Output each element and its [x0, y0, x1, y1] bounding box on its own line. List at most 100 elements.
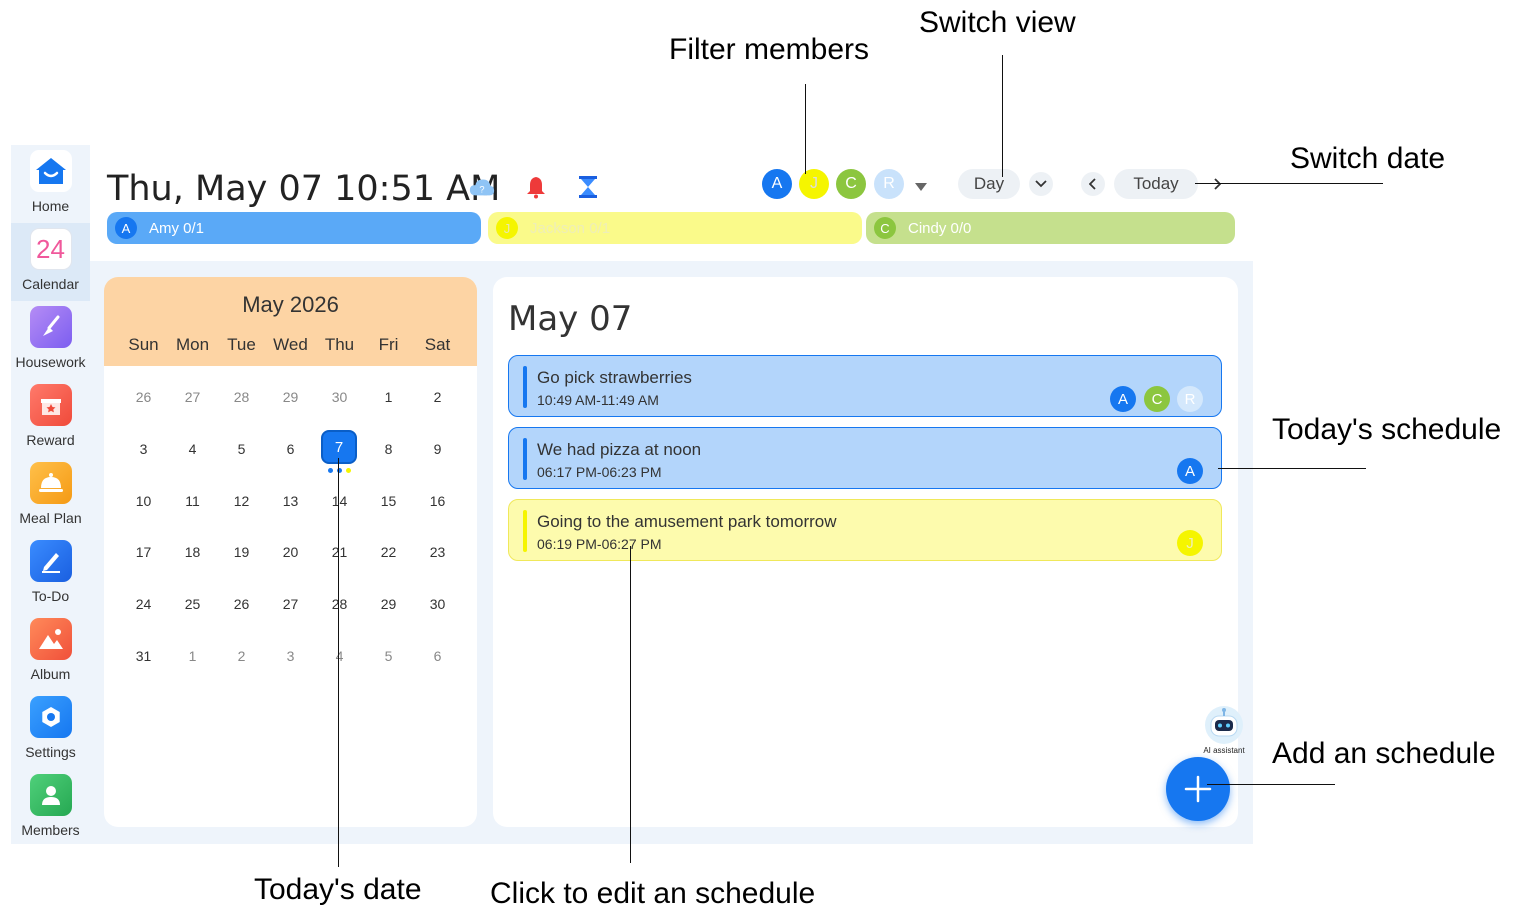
event-color-bar — [523, 510, 527, 552]
calendar-day-cell[interactable]: 3 — [266, 648, 315, 664]
schedule-event[interactable]: Going to the amusement park tomorrow 06:… — [508, 499, 1222, 561]
calendar-day-cell[interactable]: 19 — [217, 544, 266, 560]
sidebar-item-album[interactable]: Album — [11, 613, 90, 691]
calendar-day-cell[interactable]: 6 — [413, 648, 462, 664]
schedule-event[interactable]: We had pizza at noon 06:17 PM-06:23 PM A — [508, 427, 1222, 489]
calendar-day-cell[interactable]: 27 — [266, 596, 315, 612]
sidebar-item-label: Settings — [25, 744, 76, 760]
calendar-day-cell[interactable]: 20 — [266, 544, 315, 560]
bell-icon[interactable] — [522, 173, 550, 201]
calendar-day-cell[interactable]: 1 — [168, 648, 217, 664]
calendar-icon: 24 — [29, 228, 72, 270]
calendar-day-cell[interactable]: 29 — [266, 389, 315, 405]
cloche-icon — [29, 462, 72, 504]
calendar-day-cell[interactable]: 4 — [168, 441, 217, 457]
calendar-day-cell[interactable]: 15 — [364, 493, 413, 509]
filter-avatar-j[interactable]: J — [799, 169, 829, 199]
event-title: Go pick strawberries — [537, 368, 692, 387]
calendar-day-cell[interactable]: 30 — [315, 389, 364, 405]
sidebar-item-todo[interactable]: To-Do — [11, 535, 90, 613]
calendar-day-cell[interactable]: 29 — [364, 596, 413, 612]
calendar-day-cell[interactable]: 16 — [413, 493, 462, 509]
calendar-day-cell[interactable]: 23 — [413, 544, 462, 560]
calendar-day-cell[interactable]: 5 — [217, 441, 266, 457]
pen-icon — [29, 540, 72, 582]
weekday-header: Wed — [273, 335, 308, 354]
calendar-day-cell[interactable]: 9 — [413, 441, 462, 457]
home-icon — [29, 150, 72, 192]
calendar-day-cell[interactable]: 30 — [413, 596, 462, 612]
chevron-down-icon[interactable] — [1029, 172, 1053, 196]
cloud-sync-icon[interactable]: ? — [468, 173, 496, 201]
hourglass-icon[interactable] — [574, 173, 602, 201]
filter-avatar-a[interactable]: A — [762, 169, 792, 199]
next-date-icon[interactable] — [1205, 172, 1229, 196]
sidebar: Home 24 Calendar Housework Reward Meal P… — [11, 145, 90, 844]
weekday-header: Sun — [128, 335, 159, 354]
calendar-day-cell[interactable]: 11 — [168, 493, 217, 509]
calendar-day-cell[interactable]: 21 — [315, 544, 364, 560]
main-area: May 2026 Sun Mon Tue Wed Thu Fri Sat 26 27 28 29 3… — [90, 261, 1253, 844]
member-bar-amy[interactable]: A Amy 0/1 — [107, 212, 481, 244]
app-window: Home 24 Calendar Housework Reward Meal P… — [11, 145, 1253, 844]
sidebar-item-meal-plan[interactable]: Meal Plan — [11, 457, 90, 535]
calendar-day-cell[interactable]: 31 — [119, 648, 168, 664]
calendar-day-cell[interactable]: 27 — [168, 389, 217, 405]
robot-icon — [1205, 706, 1243, 744]
member-avatar: C — [874, 217, 896, 239]
member-bar-jackson[interactable]: J Jackson 0/1 — [488, 212, 862, 244]
calendar-day-cell[interactable]: 25 — [168, 596, 217, 612]
day-title: May 07 — [508, 299, 633, 339]
pointer-todays-date — [338, 458, 339, 867]
member-bar-cindy[interactable]: C Cindy 0/0 — [866, 212, 1235, 244]
calendar-day-cell[interactable]: 12 — [217, 493, 266, 509]
calendar-day-cell[interactable]: 3 — [119, 441, 168, 457]
member-progress-text: Cindy 0/0 — [908, 219, 972, 237]
sidebar-item-settings[interactable]: Settings — [11, 691, 90, 769]
calendar-day-cell[interactable]: 26 — [217, 596, 266, 612]
ai-assistant-label: AI assistant — [1203, 746, 1245, 755]
calendar-day-cell[interactable]: 24 — [119, 596, 168, 612]
annotation-switch-view: Switch view — [919, 6, 1076, 39]
view-switch-button[interactable]: Day — [958, 169, 1020, 199]
pointer-add-schedule — [1207, 784, 1335, 785]
prev-date-icon[interactable] — [1081, 172, 1105, 196]
calendar-day-cell[interactable]: 14 — [315, 493, 364, 509]
sidebar-item-members[interactable]: Members — [11, 769, 90, 847]
sidebar-item-label: Members — [21, 822, 80, 838]
calendar-day-cell[interactable]: 2 — [413, 389, 462, 405]
calendar-day-cell[interactable]: 10 — [119, 493, 168, 509]
schedule-event[interactable]: Go pick strawberries 10:49 AM-11:49 AM A… — [508, 355, 1222, 417]
event-avatar: R — [1177, 386, 1203, 412]
add-schedule-button[interactable] — [1166, 757, 1230, 821]
weekday-header: Sat — [424, 335, 451, 354]
sidebar-item-home[interactable]: Home — [11, 145, 90, 223]
filter-dropdown-icon[interactable] — [914, 179, 928, 197]
today-button[interactable]: Today — [1114, 169, 1198, 199]
broom-icon — [29, 306, 72, 348]
filter-avatar-r[interactable]: R — [874, 169, 904, 199]
calendar-day-cell[interactable]: 6 — [266, 441, 315, 457]
calendar-day-cell[interactable]: 5 — [364, 648, 413, 664]
member-avatar: A — [115, 217, 137, 239]
calendar-day-cell[interactable]: 4 — [315, 648, 364, 664]
calendar-day-cell[interactable]: 18 — [168, 544, 217, 560]
calendar-day-cell[interactable]: 13 — [266, 493, 315, 509]
sidebar-item-housework[interactable]: Housework — [11, 301, 90, 379]
weekday-header: Thu — [324, 335, 355, 354]
person-icon — [29, 774, 72, 816]
calendar-day-cell[interactable]: 26 — [119, 389, 168, 405]
today-date-cell[interactable]: 7 — [321, 430, 357, 464]
event-avatar: J — [1177, 530, 1203, 556]
calendar-day-cell[interactable]: 28 — [315, 596, 364, 612]
filter-avatar-c[interactable]: C — [836, 169, 866, 199]
calendar-day-cell[interactable]: 17 — [119, 544, 168, 560]
sidebar-item-calendar[interactable]: 24 Calendar — [11, 223, 90, 301]
calendar-day-cell[interactable]: 22 — [364, 544, 413, 560]
calendar-day-cell[interactable]: 1 — [364, 389, 413, 405]
ai-assistant-button[interactable]: AI assistant — [1194, 705, 1254, 757]
calendar-day-cell[interactable]: 2 — [217, 648, 266, 664]
calendar-day-cell[interactable]: 8 — [364, 441, 413, 457]
sidebar-item-reward[interactable]: Reward — [11, 379, 90, 457]
calendar-day-cell[interactable]: 28 — [217, 389, 266, 405]
